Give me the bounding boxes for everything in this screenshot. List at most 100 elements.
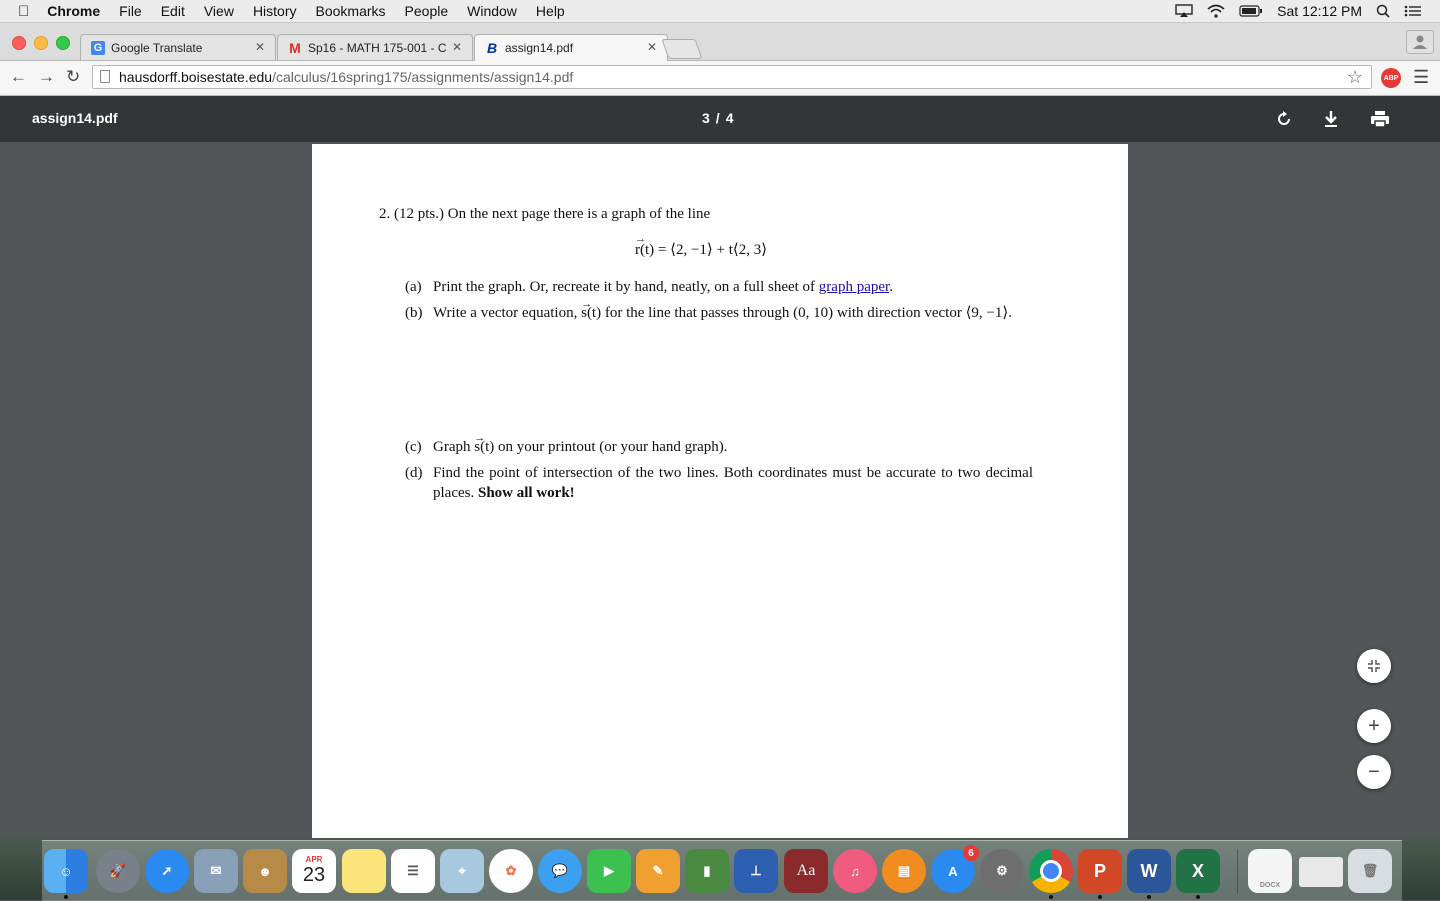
person-icon (1413, 35, 1427, 49)
dock: ☺ 🚀 ➚ ✉ ☻ APR 23 ☰ ⌖ ✿ 💬 ▶ ✎ ▮ ⊥ Aa ♫ ▤ A… (42, 840, 1402, 901)
powerpoint-icon[interactable]: P (1078, 849, 1122, 893)
tab-google-translate[interactable]: G Google Translate ✕ (80, 34, 276, 60)
calendar-icon[interactable]: APR 23 (292, 849, 336, 893)
airplay-icon[interactable] (1175, 4, 1193, 18)
current-page[interactable]: 3 (702, 110, 710, 126)
tab-title: assign14.pdf (505, 41, 574, 55)
tab-assign14-pdf[interactable]: B assign14.pdf ✕ (474, 34, 668, 61)
profile-button[interactable] (1406, 30, 1434, 54)
window-controls (12, 36, 70, 50)
clock[interactable]: Sat 12:12 PM (1277, 3, 1362, 19)
calendar-month: APR (305, 855, 323, 864)
line-equation: r(t) = ⟨2, −1⟩ + t⟨2, 3⟩ (635, 233, 768, 259)
part-text-end: . (889, 279, 893, 295)
pdf-viewport[interactable]: 2. (12 pts.) On the next page there is a… (0, 142, 1440, 838)
tab-title: Sp16 - MATH 175-001 - C (308, 40, 447, 55)
url-host: hausdorff.boisestate.edu (119, 69, 273, 85)
page-icon (100, 70, 110, 83)
menu-file[interactable]: File (119, 3, 142, 19)
keynote-icon[interactable]: ⊥ (734, 849, 778, 893)
rotate-icon[interactable] (1275, 110, 1293, 128)
print-icon[interactable] (1370, 110, 1390, 128)
forward-arrow-icon[interactable]: → (38, 67, 55, 87)
part-text: Write a vector equation, (433, 305, 582, 321)
download-icon[interactable] (1323, 110, 1339, 128)
system-preferences-icon[interactable]: ⚙ (980, 849, 1024, 893)
safari-icon[interactable]: ➚ (145, 849, 189, 893)
fit-page-button[interactable] (1357, 649, 1391, 683)
menu-help[interactable]: Help (536, 3, 565, 19)
battery-icon[interactable] (1239, 5, 1263, 17)
calendar-day: 23 (302, 864, 326, 886)
notes-icon[interactable] (342, 849, 386, 893)
page-indicator: 3 / 4 (702, 110, 733, 126)
bookmark-star-icon[interactable]: ☆ (1347, 67, 1363, 88)
mail-icon[interactable]: ✉ (194, 849, 238, 893)
part-label: (c) (405, 439, 422, 455)
apple-icon[interactable]:  (18, 3, 29, 20)
zoom-window-button[interactable] (56, 36, 70, 50)
tab-title: Google Translate (111, 40, 203, 55)
chrome-icon[interactable] (1029, 849, 1073, 893)
pdf-title: assign14.pdf (32, 110, 118, 126)
back-arrow-icon[interactable]: ← (10, 67, 27, 87)
facetime-icon[interactable]: ▶ (587, 849, 631, 893)
ibooks-icon[interactable]: ▤ (882, 849, 926, 893)
menu-bookmarks[interactable]: Bookmarks (316, 3, 386, 19)
zoom-in-button[interactable]: + (1357, 709, 1391, 743)
finder-icon[interactable]: ☺ (44, 849, 88, 893)
launchpad-icon[interactable]: 🚀 (96, 849, 140, 893)
total-pages: 4 (725, 110, 734, 126)
spotlight-icon[interactable] (1376, 4, 1390, 18)
minimize-window-button[interactable] (34, 36, 48, 50)
maps-icon[interactable]: ⌖ (440, 849, 484, 893)
menu-edit[interactable]: Edit (161, 3, 185, 19)
downloads-stack-icon[interactable] (1299, 857, 1343, 887)
running-indicator (64, 895, 68, 899)
graph-paper-link[interactable]: graph paper (819, 279, 889, 295)
numbers-icon[interactable]: ▮ (685, 849, 729, 893)
vector-s: s (581, 294, 592, 323)
zoom-out-button[interactable]: − (1357, 755, 1391, 789)
menu-view[interactable]: View (204, 3, 234, 19)
new-tab-button[interactable] (661, 39, 703, 59)
address-bar[interactable]: hausdorff.boisestate.edu/calculus/16spri… (92, 65, 1372, 89)
wifi-icon[interactable] (1207, 4, 1225, 18)
equation-rest: (t) = ⟨2, −1⟩ + t⟨2, 3⟩ (640, 242, 768, 258)
contacts-icon[interactable]: ☻ (243, 849, 287, 893)
part-label: (d) (405, 465, 423, 481)
close-window-button[interactable] (12, 36, 26, 50)
gmail-icon: M (289, 39, 301, 56)
notification-badge: 6 (963, 845, 979, 861)
menu-people[interactable]: People (405, 3, 449, 19)
menu-window[interactable]: Window (467, 3, 517, 19)
docx-file-icon[interactable]: DOCX (1248, 849, 1292, 893)
app-store-icon[interactable]: A6 (931, 845, 979, 893)
part-text-end: (t) for the line that passes through (0,… (586, 305, 1012, 321)
photos-icon[interactable]: ✿ (489, 849, 533, 893)
running-indicator (1147, 895, 1151, 899)
part-d: (d) Find the point of intersection of the… (405, 463, 1045, 503)
pages-icon[interactable]: ✎ (636, 849, 680, 893)
close-tab-icon[interactable]: ✕ (452, 40, 462, 54)
dictionary-icon[interactable]: Aa (784, 849, 828, 893)
pdf-toolbar: assign14.pdf 3 / 4 (0, 96, 1440, 142)
reminders-icon[interactable]: ☰ (391, 849, 435, 893)
part-c: (c) Graph s(t) on your printout (or your … (405, 428, 1045, 457)
trash-icon[interactable]: 🗑 (1348, 849, 1392, 893)
menu-history[interactable]: History (253, 3, 297, 19)
itunes-icon[interactable]: ♫ (833, 849, 877, 893)
close-tab-icon[interactable]: ✕ (255, 40, 265, 54)
show-all-work: Show all work! (477, 485, 575, 501)
notification-center-icon[interactable] (1404, 4, 1422, 18)
word-icon[interactable]: W (1127, 849, 1171, 893)
excel-icon[interactable]: X (1176, 849, 1220, 893)
close-tab-icon[interactable]: ✕ (647, 40, 657, 54)
menu-chrome[interactable]: Chrome (47, 3, 100, 19)
messages-icon[interactable]: 💬 (538, 849, 582, 893)
reload-icon[interactable]: ↻ (66, 67, 80, 87)
url-path: /calculus/16spring175/assignments/assign… (272, 69, 574, 85)
chrome-menu-icon[interactable]: ☰ (1413, 67, 1429, 88)
adblock-plus-icon[interactable]: ABP (1381, 68, 1401, 88)
tab-math-175[interactable]: M Sp16 - MATH 175-001 - C ✕ (277, 34, 473, 60)
